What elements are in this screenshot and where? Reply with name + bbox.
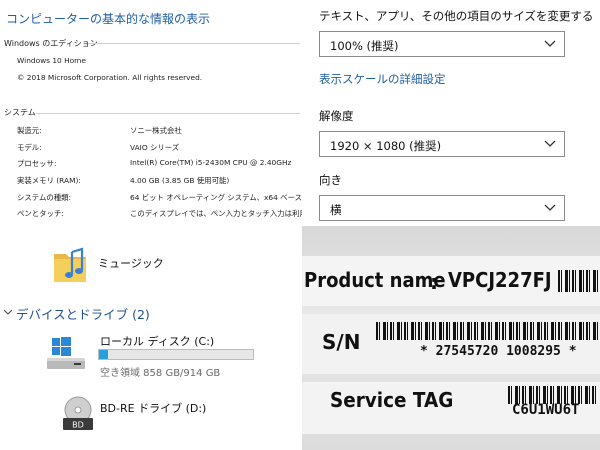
music-folder-item[interactable]: ミュージック	[50, 244, 280, 288]
edition-value: Windows 10 Home	[17, 56, 86, 65]
scale-label: テキスト、アプリ、その他の項目のサイズを変更する	[319, 9, 594, 23]
processor-key: プロセッサ:	[17, 159, 57, 168]
service-tag-label: Service TAG	[330, 388, 454, 412]
devices-section-header[interactable]: デバイスとドライブ (2)	[16, 304, 150, 323]
disk-usage-fill	[99, 350, 109, 359]
local-disk-free-space: 空き領域 858 GB/914 GB	[100, 368, 221, 379]
orientation-label: 向き	[319, 173, 342, 187]
system-section-header: システム	[4, 108, 36, 117]
bd-drive-label: BD-RE ドライブ (D:)	[100, 402, 207, 415]
local-disk-icon	[47, 337, 85, 369]
sn-barcode	[376, 322, 598, 340]
system-type-key: システムの種類:	[17, 193, 72, 202]
music-folder-label: ミュージック	[98, 257, 164, 270]
bd-drive-icon: BD	[63, 396, 93, 430]
bd-drive-item[interactable]: BD BD-RE ドライブ (D:)	[60, 392, 260, 432]
page-title: コンピューターの基本的な情報の表示	[6, 12, 211, 26]
chevron-down-icon[interactable]	[3, 308, 13, 316]
chevron-down-icon	[544, 140, 556, 147]
disk-usage-bar	[98, 349, 254, 360]
orientation-value: 横	[330, 203, 342, 217]
chevron-down-icon	[544, 204, 556, 211]
divider	[36, 113, 300, 114]
product-name-label: Product name	[304, 268, 446, 292]
divider	[88, 43, 300, 44]
sn-label: S/N	[322, 330, 361, 354]
pen-touch-key: ペンとタッチ:	[17, 209, 64, 218]
manufacturer-key: 製造元:	[17, 126, 42, 135]
edition-section-header: Windows のエディション	[4, 39, 98, 48]
copyright-text: © 2018 Microsoft Corporation. All rights…	[17, 73, 203, 82]
model-key: モデル:	[17, 143, 42, 152]
product-label-photo: Product name : VPCJ227FJ S/N * 27545720 …	[302, 226, 600, 450]
sn-value: * 27545720 1008295 *	[420, 344, 577, 359]
explorer-panel: ミュージック デバイスとドライブ (2) ローカル ディスク (C:) 空き領域…	[0, 222, 302, 450]
service-tag-value: C6U1WU6T	[512, 402, 580, 418]
display-settings-panel: テキスト、アプリ、その他の項目のサイズを変更する 100% (推奨) 表示スケー…	[302, 0, 600, 226]
bd-icon-text: BD	[72, 421, 84, 430]
ram-key: 実装メモリ (RAM):	[17, 176, 81, 185]
resolution-label: 解像度	[319, 109, 354, 123]
product-name-colon: :	[430, 270, 438, 294]
resolution-value: 1920 × 1080 (推奨)	[330, 139, 442, 153]
scale-value: 100% (推奨)	[330, 39, 399, 53]
chevron-down-icon	[544, 40, 556, 47]
pen-touch-value: このディスプレイでは、ペン入力とタッチ入力は利用できません	[130, 209, 302, 218]
scale-dropdown[interactable]: 100% (推奨)	[319, 31, 565, 57]
product-barcode	[558, 270, 598, 292]
processor-value: Intel(R) Core(TM) i5-2430M CPU @ 2.40GHz	[130, 158, 292, 167]
music-folder-icon	[54, 247, 86, 282]
local-disk-label: ローカル ディスク (C:)	[100, 335, 215, 348]
orientation-dropdown[interactable]: 横	[319, 195, 565, 221]
model-value: VAIO シリーズ	[130, 143, 180, 152]
local-disk-item[interactable]: ローカル ディスク (C:) 空き領域 858 GB/914 GB	[44, 328, 264, 380]
product-name-value: VPCJ227FJ	[448, 268, 552, 292]
manufacturer-value: ソニー株式会社	[130, 126, 182, 135]
system-type-value: 64 ビット オペレーティング システム、x64 ベース プロセッサ	[130, 193, 302, 202]
system-info-panel: コンピューターの基本的な情報の表示 Windows のエディション Window…	[0, 0, 302, 222]
ram-value: 4.00 GB (3.85 GB 使用可能)	[130, 176, 230, 185]
advanced-scale-link[interactable]: 表示スケールの詳細設定	[319, 71, 446, 87]
resolution-dropdown[interactable]: 1920 × 1080 (推奨)	[319, 131, 565, 157]
